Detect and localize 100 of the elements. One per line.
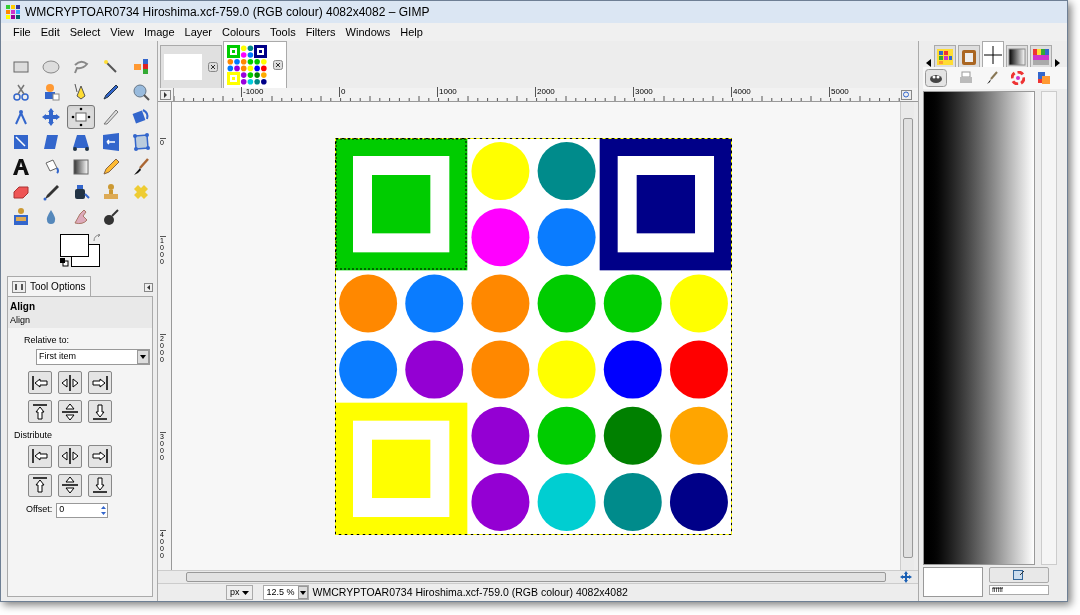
image-info: WMCRYPTOAR0734 Hiroshima.xcf-759.0 (RGB colour) 4082x4082	[312, 584, 628, 600]
blank-thumbnail	[164, 54, 202, 80]
gradient-swatch-icon	[1008, 47, 1026, 66]
menu-item[interactable]: Image	[143, 23, 175, 41]
cage-icon	[131, 132, 151, 152]
perspective-icon	[71, 132, 91, 152]
align-top-icon	[30, 401, 50, 422]
align-bottom-icon	[90, 401, 110, 422]
distribute-align-left-button[interactable]	[28, 444, 52, 468]
scrollbar-track[interactable]	[1041, 91, 1057, 565]
align-bottom-button[interactable]	[88, 400, 112, 423]
edit-button[interactable]	[989, 567, 1049, 583]
ruler-label: 3000	[633, 87, 653, 97]
distribute-align-top-button[interactable]	[28, 473, 52, 497]
menu-item[interactable]: Colours	[222, 23, 260, 41]
align-top-icon	[30, 475, 50, 495]
unit-dropdown[interactable]: px	[226, 585, 253, 600]
section-label: Align	[8, 314, 152, 328]
mascot-icon[interactable]	[925, 69, 947, 87]
flip-icon	[101, 132, 121, 152]
zoom-toggle-icon[interactable]	[901, 90, 912, 100]
tool-button[interactable]	[67, 105, 95, 129]
default-colors-icon[interactable]	[60, 258, 69, 267]
offset-spinner[interactable]: 0	[56, 502, 109, 518]
clipboard-icon	[960, 47, 978, 66]
align-center-button[interactable]	[58, 371, 82, 394]
menu-item[interactable]: File	[13, 23, 31, 41]
align-right-icon	[90, 446, 110, 466]
distribute-align-middle-button[interactable]	[58, 473, 82, 497]
align-middle-button[interactable]	[58, 400, 82, 423]
close-icon[interactable]	[273, 60, 283, 70]
menu-item[interactable]: Filters	[305, 23, 336, 41]
align-middle-icon	[60, 401, 80, 422]
zoom-dropdown[interactable]: 12.5 %	[262, 585, 309, 600]
align-right-button[interactable]	[88, 371, 112, 394]
ellipse-select-icon	[41, 57, 61, 77]
scale-icon	[11, 132, 31, 152]
vertical-scrollbar[interactable]	[900, 102, 914, 570]
menu-item[interactable]: Select	[69, 23, 101, 41]
dock-tab[interactable]	[1006, 45, 1028, 67]
palette-grid-icon	[936, 47, 954, 66]
image-tab[interactable]	[223, 41, 287, 88]
stamp-frame-icon	[11, 207, 31, 227]
pencil-icon	[101, 157, 121, 177]
navigate-icon[interactable]	[900, 571, 912, 583]
ruler-label: 2000	[535, 87, 555, 97]
tool-options-icon	[12, 280, 26, 293]
menu-item[interactable]: Windows	[345, 23, 391, 41]
align-center-icon	[60, 372, 80, 393]
magnifier-icon	[131, 82, 151, 102]
scroll-right-icon[interactable]	[1054, 59, 1061, 67]
stamp-icon	[101, 182, 121, 202]
align-top-button[interactable]	[28, 400, 52, 423]
eyedropper-icon	[101, 82, 121, 102]
swatches-icon[interactable]	[1037, 71, 1051, 85]
ruler-label: 4000	[731, 87, 751, 97]
move-icon	[41, 107, 61, 127]
paintbrush-icon[interactable]	[985, 71, 999, 85]
horizontal-scrollbar[interactable]	[186, 572, 886, 582]
gradient-icon	[71, 157, 91, 177]
scrollbar-thumb[interactable]	[902, 118, 913, 558]
swap-colors-icon[interactable]	[93, 234, 102, 243]
ruler-label: 1000	[437, 87, 457, 97]
distribute-align-right-button[interactable]	[88, 444, 112, 468]
panel-menu-icon[interactable]	[144, 283, 153, 292]
color-select-icon	[131, 57, 151, 77]
crosshair-icon	[984, 45, 1002, 64]
align-center-icon	[60, 446, 80, 466]
distribute-align-bottom-button[interactable]	[88, 473, 112, 497]
relative-to-label: Relative to:	[23, 333, 71, 347]
airbrush-icon	[41, 182, 61, 202]
distribute-label: Distribute	[13, 429, 53, 442]
tool-options-tab[interactable]: Tool Options	[7, 276, 91, 296]
color-swatches-drawing[interactable]	[60, 234, 100, 267]
distribute-align-center-button[interactable]	[58, 444, 82, 468]
ruler-label: -1000	[241, 87, 264, 97]
window-title: WMCRYPTOAR0734 Hiroshima.xcf-759.0 (RGB colour) 4082x4082 – GIMP	[25, 4, 430, 21]
align-icon	[71, 107, 91, 127]
color-preview	[923, 567, 983, 597]
edit-icon	[1013, 570, 1025, 580]
menu-item[interactable]: Edit	[40, 23, 60, 41]
menu-item[interactable]: Layer	[184, 23, 213, 41]
menu-item[interactable]: Help	[400, 23, 423, 41]
align-bottom-icon	[90, 475, 110, 495]
dodge-icon	[101, 207, 121, 227]
menu-item[interactable]: Tools	[269, 23, 296, 41]
relative-to-dropdown[interactable]: First item	[36, 349, 150, 365]
align-left-button[interactable]	[28, 371, 52, 394]
scroll-left-icon[interactable]	[925, 59, 932, 67]
scissors-icon	[11, 82, 31, 102]
canvas-area[interactable]	[172, 102, 900, 570]
align-middle-icon	[60, 475, 80, 495]
color-wheel-icon[interactable]	[1011, 71, 1025, 85]
shear-icon	[41, 132, 61, 152]
ruler-label: 0	[339, 87, 346, 97]
knife-icon	[101, 107, 121, 127]
close-icon[interactable]	[208, 62, 218, 72]
paintbrush-icon	[131, 157, 151, 177]
menu-item[interactable]: View	[110, 23, 134, 41]
app-icon	[5, 4, 21, 20]
